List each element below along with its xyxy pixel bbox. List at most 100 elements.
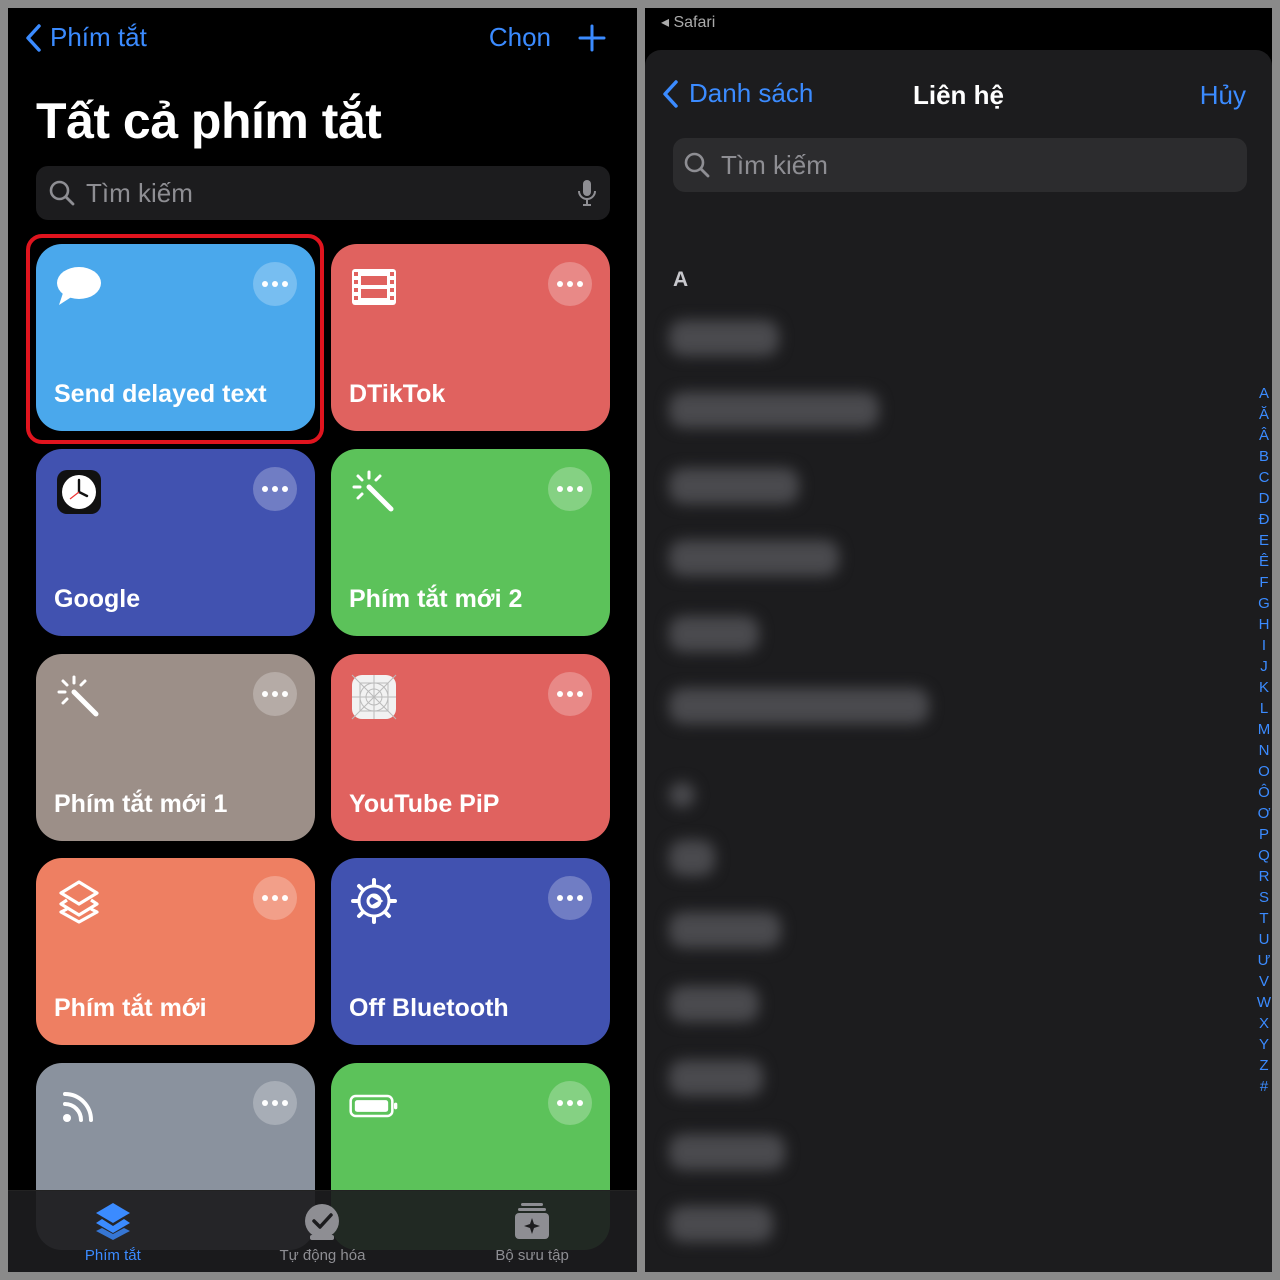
shortcut-title: Phím tắt mới 1 xyxy=(54,790,228,818)
status-bar: ◂ Safari xyxy=(645,8,1272,48)
index-letter[interactable]: W xyxy=(1257,992,1271,1013)
shortcut-tile-phim-tat-moi[interactable]: Phím tắt mới xyxy=(36,858,315,1045)
shortcut-title: YouTube PiP xyxy=(349,790,500,818)
rss-feed-icon xyxy=(54,1081,104,1131)
index-letter[interactable]: L xyxy=(1260,698,1268,719)
shortcut-tile-phim-tat-moi-2[interactable]: Phím tắt mới 2 xyxy=(331,449,610,636)
shortcut-title: Phím tắt mới 2 xyxy=(349,585,523,613)
contact-row[interactable] xyxy=(669,1060,763,1096)
settings-gear-icon xyxy=(349,876,399,926)
contact-row[interactable] xyxy=(669,688,929,724)
gallery-icon xyxy=(442,1199,622,1243)
more-options-button[interactable] xyxy=(548,876,592,920)
more-options-button[interactable] xyxy=(253,672,297,716)
shortcuts-screen: Phím tắt Chọn Tất cả phím tắt Tìm kiếm S… xyxy=(8,8,637,1272)
index-letter[interactable]: Ơ xyxy=(1258,803,1271,824)
index-letter[interactable]: J xyxy=(1260,656,1268,677)
index-letter[interactable]: G xyxy=(1258,593,1270,614)
cancel-button[interactable]: Hủy xyxy=(1200,80,1246,111)
contact-row[interactable] xyxy=(669,392,879,428)
more-options-button[interactable] xyxy=(253,467,297,511)
shortcut-tile-phim-tat-moi-1[interactable]: Phím tắt mới 1 xyxy=(36,654,315,841)
microphone-icon[interactable] xyxy=(576,178,598,208)
index-letter[interactable]: Q xyxy=(1258,845,1270,866)
index-letter[interactable]: P xyxy=(1259,824,1269,845)
index-letter[interactable]: Â xyxy=(1259,425,1269,446)
select-button[interactable]: Chọn xyxy=(489,22,551,53)
index-letter[interactable]: N xyxy=(1259,740,1270,761)
shortcut-tile-youtube-pip[interactable]: YouTube PiP xyxy=(331,654,610,841)
index-letter[interactable]: T xyxy=(1259,908,1268,929)
index-letter[interactable]: Ê xyxy=(1259,551,1269,572)
more-options-button[interactable] xyxy=(253,876,297,920)
search-field[interactable]: Tìm kiếm xyxy=(673,138,1247,192)
back-button-label: Phím tắt xyxy=(50,22,147,52)
index-letter[interactable]: C xyxy=(1259,467,1270,488)
index-letter[interactable]: R xyxy=(1259,866,1270,887)
index-letter[interactable]: Ă xyxy=(1259,404,1269,425)
tab-bar: Phím tắt Tự động hóa Bộ sưu tập xyxy=(8,1190,637,1272)
tab-gallery[interactable]: Bộ sưu tập xyxy=(442,1191,622,1264)
index-letter[interactable]: H xyxy=(1259,614,1270,635)
index-letter[interactable]: A xyxy=(1259,383,1269,404)
back-button[interactable]: Phím tắt xyxy=(24,22,147,53)
index-letter[interactable]: U xyxy=(1259,929,1270,950)
index-letter[interactable]: Ô xyxy=(1258,782,1270,803)
contact-row[interactable] xyxy=(669,840,715,876)
index-letter[interactable]: B xyxy=(1259,446,1269,467)
contact-row[interactable] xyxy=(669,1134,785,1170)
add-shortcut-button[interactable] xyxy=(577,23,607,53)
magic-wand-icon xyxy=(349,467,399,517)
contact-row[interactable] xyxy=(669,1206,773,1242)
contact-row[interactable] xyxy=(669,468,799,504)
contact-row[interactable] xyxy=(669,320,779,356)
alphabet-index[interactable]: A Ă Â B C D Đ E Ê F G H I J K L M N O Ô Ơ P Q R S T U Ư V W X Y Z # xyxy=(1256,383,1272,1097)
navigation-bar: Phím tắt Chọn xyxy=(8,8,637,78)
index-letter[interactable]: O xyxy=(1258,761,1270,782)
shortcut-tile-google[interactable]: Google xyxy=(36,449,315,636)
return-to-app-link[interactable]: ◂ Safari xyxy=(661,12,715,32)
shortcuts-layers-icon xyxy=(23,1199,203,1243)
more-options-button[interactable] xyxy=(548,467,592,511)
index-letter[interactable]: Z xyxy=(1259,1055,1268,1076)
index-letter[interactable]: K xyxy=(1259,677,1269,698)
index-letter[interactable]: V xyxy=(1259,971,1269,992)
index-letter[interactable]: X xyxy=(1259,1013,1269,1034)
index-letter[interactable]: I xyxy=(1262,635,1266,656)
contact-row[interactable] xyxy=(669,616,759,652)
shortcut-tile-send-delayed-text[interactable]: Send delayed text xyxy=(36,244,315,431)
index-letter[interactable]: E xyxy=(1259,530,1269,551)
search-field[interactable]: Tìm kiếm xyxy=(36,166,610,220)
shortcut-title: Google xyxy=(54,585,141,613)
more-options-button[interactable] xyxy=(548,672,592,716)
shortcut-tile-off-bluetooth[interactable]: Off Bluetooth xyxy=(331,858,610,1045)
index-letter[interactable]: S xyxy=(1259,887,1269,908)
shortcut-title: DTikTok xyxy=(349,380,446,408)
search-placeholder: Tìm kiếm xyxy=(86,177,193,208)
more-options-button[interactable] xyxy=(548,1081,592,1125)
shortcut-title: Off Bluetooth xyxy=(349,994,509,1022)
section-header-blurred xyxy=(669,782,695,808)
shortcut-tile-dtiktok[interactable]: DTikTok xyxy=(331,244,610,431)
more-options-button[interactable] xyxy=(253,262,297,306)
search-placeholder: Tìm kiếm xyxy=(721,149,828,180)
section-header-a: A xyxy=(673,268,689,291)
index-letter[interactable]: Ư xyxy=(1258,950,1271,971)
index-letter[interactable]: Y xyxy=(1259,1034,1269,1055)
index-letter[interactable]: M xyxy=(1258,719,1271,740)
index-letter[interactable]: Đ xyxy=(1259,509,1270,530)
film-strip-icon xyxy=(349,262,399,312)
more-options-button[interactable] xyxy=(253,1081,297,1125)
contact-row[interactable] xyxy=(669,986,759,1022)
contact-row[interactable] xyxy=(669,912,781,948)
more-options-button[interactable] xyxy=(548,262,592,306)
tab-automation[interactable]: Tự động hóa xyxy=(232,1191,412,1264)
index-letter[interactable]: # xyxy=(1260,1076,1268,1097)
contact-row[interactable] xyxy=(669,540,839,576)
search-icon xyxy=(48,179,76,207)
tab-shortcuts[interactable]: Phím tắt xyxy=(23,1191,203,1264)
index-letter[interactable]: F xyxy=(1259,572,1268,593)
index-letter[interactable]: D xyxy=(1259,488,1270,509)
tab-label: Phím tắt xyxy=(84,1247,141,1264)
shortcut-title: Send delayed text xyxy=(54,380,267,408)
